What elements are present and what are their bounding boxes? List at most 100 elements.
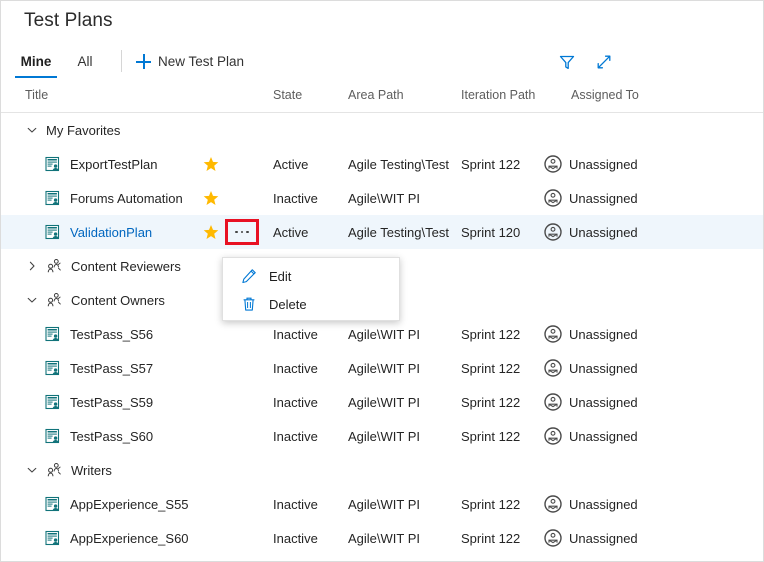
- cell-state: Inactive: [273, 351, 318, 385]
- row-title-label: Content Reviewers: [71, 259, 181, 274]
- tab-mine[interactable]: Mine: [15, 45, 57, 78]
- row-title-label: TestPass_S60: [70, 429, 153, 444]
- cell-area-path: Agile Testing\Test: [348, 215, 449, 249]
- row-title-label: Forums Automation: [70, 191, 183, 206]
- assigned-to-label: Unassigned: [569, 157, 638, 172]
- toolbar: Mine All New Test Plan: [1, 45, 763, 78]
- cell-area-path: Agile\WIT PI: [348, 351, 420, 385]
- cell-area-path: Agile\WIT PI: [348, 317, 420, 351]
- cell-assigned-to: Unassigned: [544, 351, 638, 385]
- column-header-area-path[interactable]: Area Path: [348, 88, 404, 102]
- cell-state: Inactive: [273, 181, 318, 215]
- chevron-down-icon[interactable]: [27, 453, 37, 487]
- cell-title[interactable]: Content Owners: [27, 283, 165, 317]
- cell-iteration-path: Sprint 122: [461, 385, 520, 419]
- table-row[interactable]: TestPass_S57InactiveAgile\WIT PISprint 1…: [1, 351, 763, 385]
- row-title-label: TestPass_S56: [70, 327, 153, 342]
- avatar-icon: [544, 393, 562, 411]
- cell-title[interactable]: TestPass_S57: [45, 351, 153, 385]
- test-plan-icon: [45, 190, 61, 206]
- context-menu-item-delete[interactable]: Delete: [223, 290, 399, 318]
- cell-iteration-path: Sprint 120: [461, 215, 520, 249]
- tab-all[interactable]: All: [69, 45, 101, 78]
- group-row[interactable]: My Favorites: [1, 113, 763, 147]
- tab-all-label: All: [77, 54, 92, 69]
- favorite-star-icon[interactable]: [203, 156, 219, 172]
- favorite-star-icon[interactable]: [203, 190, 219, 206]
- context-menu-item-label: Edit: [269, 269, 291, 284]
- chevron-right-icon[interactable]: [27, 249, 37, 283]
- cell-assigned-to: Unassigned: [544, 317, 638, 351]
- new-test-plan-label: New Test Plan: [158, 54, 244, 69]
- cell-state: Inactive: [273, 521, 318, 555]
- cell-title[interactable]: My Favorites: [27, 113, 120, 147]
- test-plan-icon: [45, 496, 61, 512]
- table-row[interactable]: AppExperience_S60 Inactive Agile\WIT PI Spr…: [1, 521, 763, 555]
- table-row[interactable]: TestPass_S60InactiveAgile\WIT PISprint 1…: [1, 419, 763, 453]
- context-menu-item-edit[interactable]: Edit: [223, 262, 399, 290]
- row-title-label: Content Owners: [71, 293, 165, 308]
- filter-icon[interactable]: [556, 51, 578, 73]
- fullscreen-expand-icon[interactable]: [593, 51, 615, 73]
- test-plan-icon: [45, 326, 61, 342]
- favorite-star-icon[interactable]: [203, 224, 219, 240]
- cell-area-path: Agile\WIT PI: [348, 419, 420, 453]
- chevron-down-icon[interactable]: [27, 283, 37, 317]
- column-header-iteration-path[interactable]: Iteration Path: [461, 88, 535, 102]
- cell-title[interactable]: Content Reviewers: [27, 249, 181, 283]
- cell-title[interactable]: ExportTestPlan: [45, 147, 157, 181]
- cell-iteration-path: Sprint 122: [461, 521, 520, 555]
- cell-title[interactable]: TestPass_S60: [45, 419, 153, 453]
- new-test-plan-button[interactable]: New Test Plan: [132, 49, 248, 74]
- cell-assigned-to: Unassigned: [544, 521, 638, 555]
- table-row[interactable]: ExportTestPlanActiveAgile Testing\TestSp…: [1, 147, 763, 181]
- assigned-to-label: Unassigned: [569, 429, 638, 444]
- column-header-title[interactable]: Title: [25, 88, 48, 102]
- assigned-to-label: Unassigned: [569, 497, 638, 512]
- cell-title[interactable]: Writers: [27, 453, 112, 487]
- group-row[interactable]: Writers: [1, 453, 763, 487]
- table-row[interactable]: Forums AutomationInactiveAgile\WIT PIUna…: [1, 181, 763, 215]
- table-row[interactable]: ValidationPlan Active Agile Testing\Test Sp…: [1, 215, 763, 249]
- test-plan-icon: [45, 394, 61, 410]
- cell-title[interactable]: TestPass_S56: [45, 317, 153, 351]
- cell-title[interactable]: Forums Automation: [45, 181, 183, 215]
- cell-state: Inactive: [273, 385, 318, 419]
- row-title-label: Writers: [71, 463, 112, 478]
- cell-title[interactable]: ValidationPlan: [45, 215, 152, 249]
- cell-title[interactable]: AppExperience_S55: [45, 487, 189, 521]
- column-header-state[interactable]: State: [273, 88, 302, 102]
- table-row[interactable]: TestPass_S59InactiveAgile\WIT PISprint 1…: [1, 385, 763, 419]
- column-header-assigned-to[interactable]: Assigned To: [571, 88, 639, 102]
- table-row[interactable]: TestPass_S56InactiveAgile\WIT PISprint 1…: [1, 317, 763, 351]
- chevron-down-icon[interactable]: [27, 113, 37, 147]
- cell-area-path: Agile Testing\Test: [348, 147, 449, 181]
- group-people-icon: [46, 462, 62, 478]
- avatar-icon: [544, 155, 562, 173]
- cell-title[interactable]: AppExperience_S60: [45, 521, 189, 555]
- test-plan-icon: [45, 530, 61, 546]
- cell-state: Inactive: [273, 317, 318, 351]
- assigned-to-label: Unassigned: [569, 191, 638, 206]
- cell-state: Active: [273, 215, 308, 249]
- cell-area-path: Agile\WIT PI: [348, 521, 420, 555]
- cell-assigned-to: Unassigned: [544, 147, 638, 181]
- test-plan-icon: [45, 224, 61, 240]
- pencil-edit-icon: [241, 268, 257, 284]
- cell-iteration-path: Sprint 122: [461, 487, 520, 521]
- cell-area-path: Agile\WIT PI: [348, 487, 420, 521]
- table-row[interactable]: AppExperience_S55InactiveAgile\WIT PISpr…: [1, 487, 763, 521]
- row-title-label: AppExperience_S60: [70, 531, 189, 546]
- column-header-row: Title State Area Path Iteration Path Ass…: [1, 80, 763, 113]
- test-plans-grid: My FavoritesExportTestPlanActiveAgile Te…: [1, 113, 763, 555]
- assigned-to-label: Unassigned: [569, 327, 638, 342]
- row-title-label: My Favorites: [46, 123, 120, 138]
- test-plans-page: Test Plans Mine All New Test Plan Tit: [0, 0, 764, 562]
- toolbar-divider: [121, 50, 122, 72]
- row-title-label: TestPass_S59: [70, 395, 153, 410]
- cell-title[interactable]: TestPass_S59: [45, 385, 153, 419]
- cell-assigned-to: Unassigned: [544, 487, 638, 521]
- avatar-icon: [544, 427, 562, 445]
- row-more-actions-button[interactable]: [228, 222, 256, 242]
- avatar-icon: [544, 189, 562, 207]
